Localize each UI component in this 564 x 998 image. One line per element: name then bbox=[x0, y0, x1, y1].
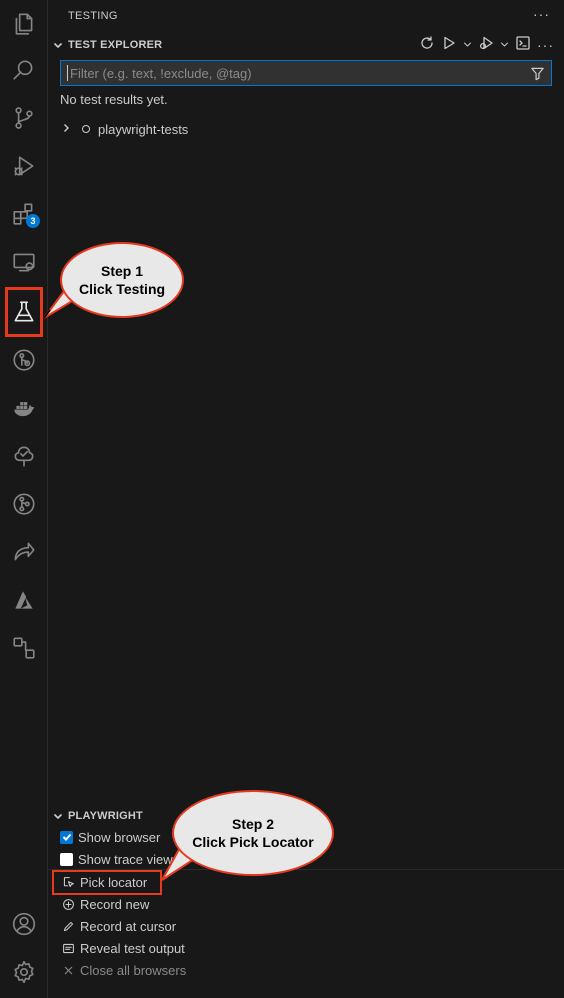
accounts-icon[interactable] bbox=[0, 900, 48, 948]
test-explorer-label: TEST EXPLORER bbox=[68, 39, 163, 51]
docker-icon[interactable] bbox=[0, 384, 48, 432]
extensions-icon[interactable]: 3 bbox=[0, 190, 48, 238]
panel-more-button[interactable]: ··· bbox=[533, 6, 550, 22]
show-browser-label: Show browser bbox=[78, 829, 161, 845]
git-branch-icon[interactable] bbox=[0, 480, 48, 528]
manage-gear-icon[interactable] bbox=[0, 948, 48, 996]
pencil-icon bbox=[60, 918, 76, 934]
chevron-right-icon[interactable] bbox=[60, 122, 72, 137]
close-all-browsers-label: Close all browsers bbox=[80, 962, 187, 978]
show-browser-option[interactable]: Show browser bbox=[60, 826, 160, 848]
chevron-down-icon bbox=[48, 810, 68, 822]
show-output-icon[interactable] bbox=[515, 35, 531, 56]
more-actions-button[interactable]: ··· bbox=[537, 37, 554, 53]
run-and-debug-icon[interactable] bbox=[0, 142, 48, 190]
azure-icon[interactable] bbox=[0, 576, 48, 624]
step1-text: Click Testing bbox=[78, 281, 166, 297]
activity-bar: 3 bbox=[0, 0, 48, 998]
step2-text: Click Pick Locator bbox=[192, 834, 314, 850]
run-tests-icon[interactable] bbox=[441, 35, 457, 56]
step2-callout: Step 2 Click Pick Locator bbox=[172, 790, 334, 876]
record-new-button[interactable]: Record new bbox=[60, 893, 149, 915]
test-explorer-toolbar: ··· bbox=[419, 34, 554, 56]
chevron-down-icon bbox=[48, 39, 68, 51]
debug-options-chevron-icon[interactable] bbox=[500, 36, 509, 54]
close-icon bbox=[60, 962, 76, 978]
show-trace-viewer-checkbox[interactable] bbox=[60, 852, 73, 866]
pick-locator-highlight bbox=[52, 870, 162, 895]
extensions-badge: 3 bbox=[26, 214, 40, 228]
tree-item-label: playwright-tests bbox=[98, 121, 189, 137]
git-graph-icon[interactable] bbox=[0, 336, 48, 384]
live-share-icon[interactable] bbox=[0, 528, 48, 576]
filter-input[interactable] bbox=[70, 65, 510, 81]
text-caret bbox=[67, 65, 68, 81]
show-browser-checkbox[interactable] bbox=[60, 830, 73, 844]
tree-item-playwright-tests[interactable]: playwright-tests bbox=[60, 118, 188, 140]
filter-funnel-icon[interactable] bbox=[530, 66, 545, 86]
debug-tests-icon[interactable] bbox=[478, 35, 494, 56]
test-explorer-header[interactable]: TEST EXPLORER ··· bbox=[48, 34, 564, 56]
record-at-cursor-label: Record at cursor bbox=[80, 918, 177, 934]
step1-callout: Step 1 Click Testing bbox=[60, 242, 184, 318]
filter-box bbox=[60, 60, 552, 86]
refresh-tests-icon[interactable] bbox=[419, 35, 435, 56]
remote-explorer-icon[interactable] bbox=[0, 238, 48, 286]
reveal-test-output-button[interactable]: Reveal test output bbox=[60, 937, 185, 959]
close-all-browsers-button[interactable]: Close all browsers bbox=[60, 959, 186, 981]
panel-title: TESTING bbox=[68, 10, 118, 22]
add-circle-icon bbox=[60, 896, 76, 912]
reveal-test-output-label: Reveal test output bbox=[80, 940, 185, 956]
tree-check-icon[interactable] bbox=[0, 432, 48, 480]
step1-title: Step 1 bbox=[100, 263, 143, 279]
search-icon[interactable] bbox=[0, 46, 48, 94]
no-results-message: No test results yet. bbox=[60, 92, 168, 107]
output-panel-icon bbox=[60, 940, 76, 956]
connections-icon[interactable] bbox=[0, 624, 48, 672]
playwright-label: PLAYWRIGHT bbox=[68, 810, 143, 822]
record-at-cursor-button[interactable]: Record at cursor bbox=[60, 915, 176, 937]
source-control-icon[interactable] bbox=[0, 94, 48, 142]
step2-title: Step 2 bbox=[231, 816, 274, 832]
record-new-label: Record new bbox=[80, 896, 150, 912]
test-status-circle-icon bbox=[82, 125, 90, 133]
testing-highlight bbox=[5, 287, 43, 337]
run-options-chevron-icon[interactable] bbox=[463, 36, 472, 54]
explorer-icon[interactable] bbox=[0, 0, 48, 48]
